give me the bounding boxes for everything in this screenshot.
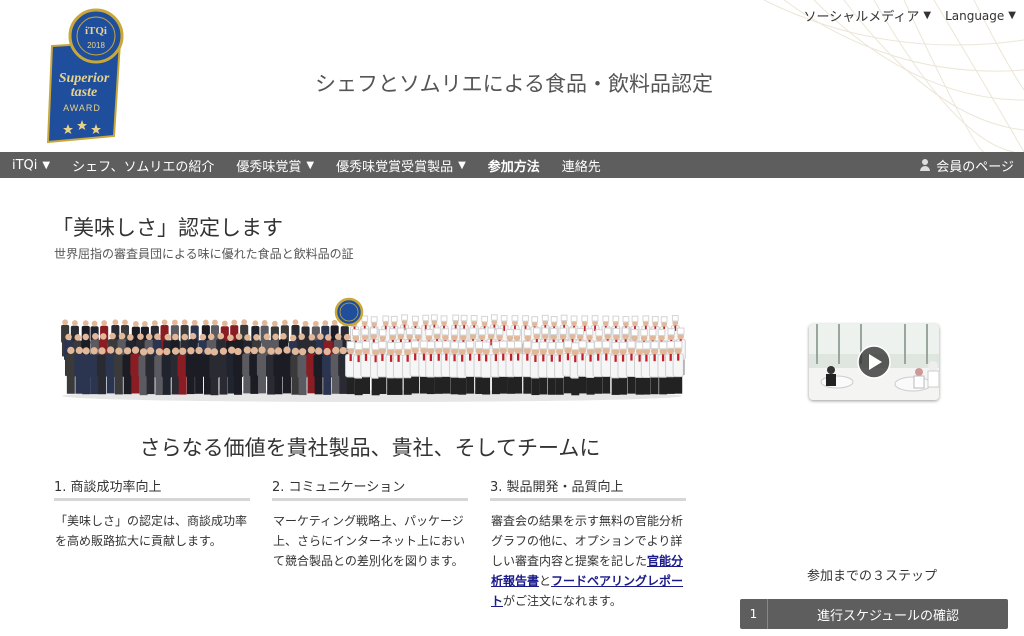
- nav-item-label: 参加方法: [487, 159, 540, 175]
- language-dropdown[interactable]: Language ▼: [945, 9, 1016, 23]
- value-heading: さらなる価値を貴社製品、貴社、そしてチームに: [139, 436, 601, 460]
- benefit-body: マーケティング戦略上、パッケージ上、さらにインターネット上において競合製品との差…: [273, 514, 466, 568]
- benefit-title: 1. 商談成功率向上: [54, 476, 250, 501]
- nav-item-label: 連絡先: [561, 159, 601, 175]
- nav-item-itqi[interactable]: iTQi ▼: [0, 152, 61, 178]
- nav-item-label: 優秀味覚賞受賞製品: [336, 159, 454, 175]
- step-number: 1: [740, 599, 768, 629]
- site-title: シェフとソムリエによる食品・飲料品認定: [315, 72, 713, 96]
- triangle-down-icon: ▼: [923, 10, 932, 21]
- member-page-label: 会員のページ: [936, 159, 1014, 175]
- logo-award-line3: AWARD: [63, 103, 101, 113]
- member-page-link[interactable]: 会員のページ: [908, 152, 1024, 178]
- triangle-down-icon: ▼: [1008, 10, 1016, 21]
- benefit-body-text: がご注文になれます。: [503, 594, 622, 608]
- hero-subtitle: 世界屈指の審査員団による味に優れた食品と飲料品の証: [54, 247, 354, 261]
- benefit-column-3: 3. 製品開発・品質向上 審査会の結果を示す無料の官能分析グラフの他に、オプショ…: [490, 476, 686, 611]
- judges-group-photo: [58, 296, 686, 402]
- top-links: ソーシャルメディア ▼ Language ▼: [804, 6, 1016, 26]
- steps-label: 参加までの３ステップ: [806, 569, 937, 584]
- benefit-body: 「美味しさ」の認定は、商談成功率を高め販路拡大に貢献します。: [55, 514, 248, 548]
- nav-item-label: 優秀味覚賞: [236, 159, 302, 175]
- nav-item-label: iTQi: [12, 157, 38, 173]
- triangle-down-icon: ▼: [42, 159, 51, 171]
- nav-item-superior-taste-award[interactable]: 優秀味覚賞 ▼: [225, 152, 325, 178]
- hero-title: 「美味しさ」認定します: [52, 216, 283, 240]
- benefit-body: 審査会の結果を示す無料の官能分析グラフの他に、オプションでより詳しい審査内容と提…: [490, 511, 686, 611]
- site-header: iTQi 2018 Superior taste AWARD シェフとソムリエに…: [0, 0, 1024, 152]
- step-label: 進行スケジュールの確認: [816, 608, 960, 624]
- logo-year: 2018: [87, 41, 105, 50]
- nav-item-contact[interactable]: 連絡先: [551, 152, 612, 178]
- nav-item-how-to-participate[interactable]: 参加方法: [477, 152, 551, 178]
- benefit-body-text: と: [539, 574, 552, 588]
- benefit-column-1: 1. 商談成功率向上 「美味しさ」の認定は、商談成功率を高め販路拡大に貢献します…: [54, 476, 250, 551]
- nav-item-label: シェフ、ソムリエの紹介: [72, 159, 215, 175]
- language-label: Language: [945, 8, 1005, 23]
- social-media-label: ソーシャルメディア: [803, 10, 920, 25]
- photo-itqi-badge: [334, 297, 364, 327]
- main-nav: iTQi ▼ シェフ、ソムリエの紹介 優秀味覚賞 ▼ 優秀味覚賞受賞製品 ▼ 参…: [0, 152, 1024, 178]
- play-icon: [857, 345, 891, 379]
- triangle-down-icon: ▼: [458, 159, 466, 171]
- social-media-dropdown[interactable]: ソーシャルメディア ▼: [804, 6, 932, 25]
- nav-item-award-products[interactable]: 優秀味覚賞受賞製品 ▼: [325, 152, 477, 178]
- benefit-title: 3. 製品開発・品質向上: [490, 476, 686, 501]
- person-icon: [919, 159, 931, 171]
- video-thumbnail[interactable]: [809, 324, 939, 400]
- nav-item-chefs-sommeliers[interactable]: シェフ、ソムリエの紹介: [61, 152, 225, 178]
- step-1-button[interactable]: 1 進行スケジュールの確認: [740, 599, 1008, 629]
- benefit-title: 2. コミュニケーション: [272, 476, 468, 501]
- logo-brand: iTQi: [85, 25, 107, 37]
- triangle-down-icon: ▼: [306, 159, 315, 171]
- benefit-column-2: 2. コミュニケーション マーケティング戦略上、パッケージ上、さらにインターネッ…: [272, 476, 468, 571]
